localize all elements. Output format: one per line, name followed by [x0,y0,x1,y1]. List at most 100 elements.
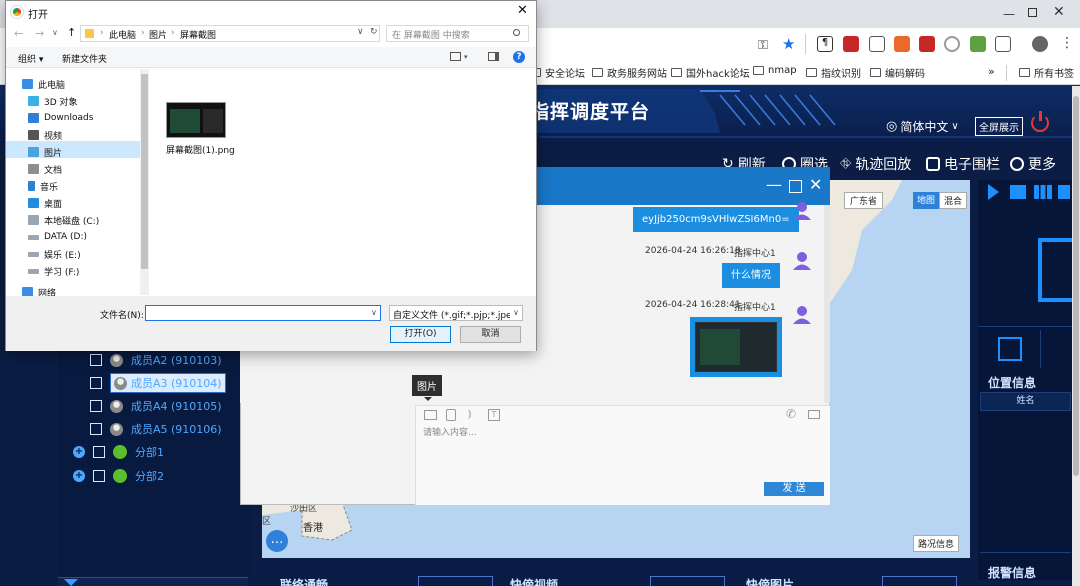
video-icon[interactable] [998,337,1022,361]
chat-close-icon[interactable]: ✕ [809,175,822,194]
more-button[interactable]: 更多 [1010,154,1056,174]
sidebar-item-desktop[interactable]: 桌面 [28,195,62,211]
chevron-down-icon[interactable]: ∨ [357,27,364,37]
tree-group[interactable]: + 分部1 [73,444,164,460]
sidebar-item-downloads[interactable]: Downloads [28,110,93,126]
file-name[interactable]: 屏幕截图(1).png [166,143,235,156]
chat-maximize-icon[interactable] [789,180,802,193]
new-folder-button[interactable]: 新建文件夹 [62,52,107,65]
image-message[interactable] [690,317,782,377]
extension-icon[interactable] [970,36,986,52]
image-icon[interactable] [424,410,437,420]
search-box[interactable]: 在 屏幕截图 中搜索 [386,25,529,42]
close-icon[interactable]: ✕ [1053,4,1065,20]
extension-icon[interactable] [869,36,885,52]
all-bookmarks[interactable]: 所有书签 [1019,65,1074,80]
bookmark-item[interactable]: 国外hack论坛 [671,65,750,80]
chat-minimize-icon[interactable]: — [766,175,782,194]
bottom-tab[interactable]: 快傍视频 [510,576,558,586]
search-icon[interactable] [513,29,520,36]
sidebar-item-this-pc[interactable]: 此电脑 [22,76,65,92]
key-icon[interactable]: ⚿ [758,38,768,53]
sidebar-item-documents[interactable]: 文档 [28,161,62,177]
sidebar-item-drive-c[interactable]: 本地磁盘 (C:) [28,212,99,228]
file-thumbnail[interactable] [166,102,226,138]
extension-icon[interactable] [944,36,960,52]
traffic-button[interactable]: 路况信息 [913,535,960,552]
back-icon[interactable]: ← [14,27,23,40]
send-button[interactable]: 发 送 [764,482,824,496]
checkbox[interactable] [93,446,105,458]
history-chevron-icon[interactable]: ∨ [52,28,58,37]
bookmark-star-icon[interactable]: ★ [782,35,795,53]
breadcrumb[interactable]: 图片 [149,28,167,41]
sidebar-item-drive-e[interactable]: 娱乐 (E:) [28,246,81,262]
refresh-icon[interactable]: ↻ [370,27,378,37]
extension-icon[interactable] [919,36,935,52]
chevron-down-icon[interactable]: ▾ [464,53,468,61]
bottom-tab[interactable]: 快傍图片 [746,576,794,586]
checkbox[interactable] [93,470,105,482]
bookmark-item[interactable]: 指纹识别 [806,65,861,80]
extension-icon[interactable] [894,36,910,52]
bottom-select[interactable] [650,576,725,586]
collapse-icon[interactable] [64,579,78,586]
chat-scrollbar[interactable] [824,205,830,403]
bookmarks-overflow[interactable]: » [988,65,995,78]
page-scrollbar[interactable] [1072,86,1080,586]
bookmark-item[interactable]: 安全论坛 [530,65,585,80]
sidebar-item-3d[interactable]: 3D 对象 [28,93,78,109]
single-view-icon[interactable] [1010,185,1026,199]
extension-icon[interactable]: ¶ [817,36,833,52]
track-button[interactable]: ⛗ 轨迹回放 [840,154,911,174]
bottom-tab[interactable]: 联络通畅 [280,576,328,586]
extension-icon[interactable] [843,36,859,52]
cancel-button[interactable]: 取消 [460,326,521,343]
expand-icon[interactable]: + [73,470,85,482]
filetype-select[interactable]: 自定义文件 (*.gif;*.pjp;*.jpe;*. ∨ [389,305,523,321]
chat-bubble-icon[interactable]: … [266,530,288,552]
breadcrumb[interactable]: 屏幕截图 [180,28,216,41]
address-bar[interactable]: › 此电脑 › 图片 › 屏幕截图 ∨ ↻ [80,25,380,42]
bottom-select[interactable] [882,576,957,586]
dialog-close-icon[interactable]: ✕ [517,3,528,18]
audio-icon[interactable]: ⦆ [468,407,472,421]
scrollbar-thumb[interactable] [1073,96,1079,476]
tree-item[interactable]: 成员A3 (910104) [90,373,226,393]
expand-icon[interactable]: + [73,446,85,458]
bookmark-item[interactable]: 政务服务网站 [592,65,667,80]
language-select[interactable]: ◎ 简体中文 ∨ [886,118,959,135]
phone-icon[interactable]: ✆ [786,407,796,421]
breadcrumb[interactable]: 此电脑 [109,28,136,41]
view-options-icon[interactable] [450,52,461,61]
search-input[interactable]: 在 屏幕截图 中搜索 [392,28,470,41]
bookmark-item[interactable]: nmap [753,65,797,76]
fence-button[interactable]: 电子围栏 [926,154,1000,174]
tree-item[interactable]: 成员A4 (910105) [90,398,222,414]
menu-icon[interactable]: ⋮ [1060,35,1074,51]
tree-item[interactable]: 成员A2 (910103) [90,352,222,368]
avatar[interactable] [1032,36,1048,52]
checkbox[interactable] [90,423,102,435]
tree-group[interactable]: + 分部2 [73,468,164,484]
sidebar-item-pictures[interactable]: 图片 [28,144,62,160]
grid-view-icon[interactable] [1058,185,1070,199]
nav-scrollbar[interactable] [140,69,149,295]
message-input[interactable]: 请输入内容... [423,425,477,438]
bottom-select[interactable] [418,576,493,586]
tree-item[interactable]: 成员A5 (910106) [90,421,222,437]
sidebar-item-drive-d[interactable]: DATA (D:) [28,229,87,245]
video-call-icon[interactable] [808,410,820,419]
preview-pane-icon[interactable] [488,52,499,61]
checkbox[interactable] [90,354,102,366]
minimize-icon[interactable]: — [1003,7,1015,21]
maximize-icon[interactable] [1028,8,1037,17]
file-icon[interactable] [446,409,456,421]
help-icon[interactable]: ? [513,51,525,63]
scrollbar-thumb[interactable] [141,74,148,269]
checkbox[interactable] [90,377,102,389]
hybrid-button[interactable]: 混合 [939,192,968,209]
puzzle-icon[interactable] [995,36,1011,52]
organize-button[interactable]: 组织 ▾ [18,52,43,65]
filename-input[interactable]: ∨ [145,305,381,321]
